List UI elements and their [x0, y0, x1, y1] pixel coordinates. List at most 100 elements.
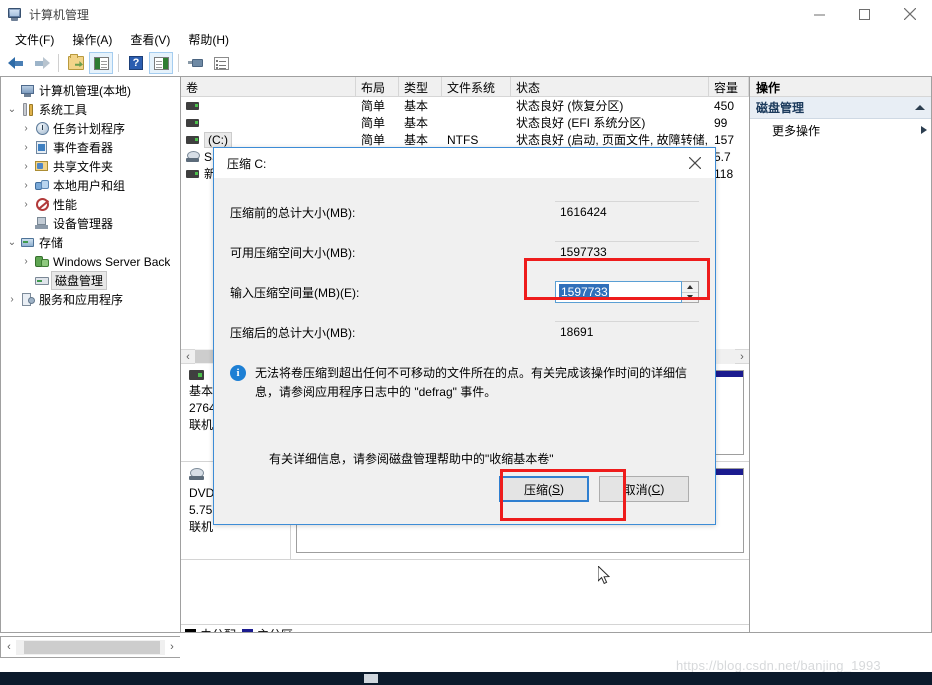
label-available-shrink-space: 可用压缩空间大小(MB): [230, 245, 356, 260]
start-button-icon[interactable] [364, 674, 378, 683]
chevron-right-icon[interactable]: › [19, 180, 33, 191]
disk-icon [189, 370, 204, 380]
field-row-total-size-before: 压缩前的总计大小(MB): 1616424 [230, 192, 699, 232]
actions-group-disk-management[interactable]: 磁盘管理 [750, 97, 931, 119]
column-header-capacity[interactable]: 容量 [709, 77, 749, 96]
sidebar-item-label: 服务和应用程序 [39, 293, 124, 307]
chevron-right-icon[interactable]: › [19, 142, 33, 153]
cancel-button-prefix: 取消( [623, 482, 652, 497]
computer-management-icon [7, 6, 23, 22]
window-titlebar: 计算机管理 [0, 0, 932, 28]
table-row[interactable]: 简单 基本 状态良好 (EFI 系统分区) 99 [181, 114, 749, 131]
table-row[interactable]: (C:) 简单 基本 NTFS 状态良好 (启动, 页面文件, 故障转储, 主分… [181, 131, 749, 148]
sidebar-item-windows-server-backup[interactable]: › Windows Server Back [3, 252, 180, 271]
scroll-right-icon[interactable]: › [165, 641, 179, 653]
menu-item-action[interactable]: 操作(A) [63, 29, 121, 50]
chevron-right-icon[interactable]: › [5, 294, 19, 305]
cancel-button-accel: C [651, 482, 661, 496]
chevron-down-icon[interactable]: ⌄ [5, 237, 19, 248]
close-button[interactable] [887, 0, 932, 28]
sidebar-item-services-and-applications[interactable]: › 服务和应用程序 [3, 290, 180, 309]
sidebar-item-label: Windows Server Back [53, 254, 171, 269]
sidebar-item-device-manager[interactable]: › 设备管理器 [3, 214, 180, 233]
action-item-label: 更多操作 [772, 123, 821, 138]
column-header-layout[interactable]: 布局 [356, 77, 399, 96]
value-total-size-after: 18691 [555, 321, 699, 343]
stepper-buttons[interactable] [682, 281, 699, 303]
label-total-size-after: 压缩后的总计大小(MB): [230, 325, 356, 340]
sidebar-item-computer-management[interactable]: › 计算机管理(本地) [3, 81, 180, 100]
disk-legend: 未分配 主分区 [181, 624, 749, 632]
sidebar-item-event-viewer[interactable]: › 事件查看器 [3, 138, 180, 157]
toolbar-separator-1 [58, 54, 59, 72]
shrink-button[interactable]: 压缩(S) [499, 476, 589, 502]
chevron-down-icon [687, 295, 693, 300]
sidebar-item-label: 性能 [53, 198, 78, 212]
sidebar-item-shared-folders[interactable]: › 共享文件夹 [3, 157, 180, 176]
scroll-right-icon[interactable]: › [735, 351, 749, 363]
performance-icon [33, 197, 51, 212]
chevron-right-icon[interactable]: › [19, 256, 33, 267]
scroll-left-icon[interactable]: ‹ [181, 351, 195, 363]
connect-icon[interactable] [184, 52, 208, 74]
scroll-track[interactable] [16, 639, 165, 655]
shrink-dialog: 压缩 C: 压缩前的总计大小(MB): 1616424 可用压缩空间大小(MB)… [213, 147, 716, 525]
help-icon[interactable]: ? [124, 52, 148, 74]
show-hide-action-pane-icon[interactable] [149, 52, 173, 74]
system-tools-icon [19, 102, 37, 117]
window-title: 计算机管理 [29, 7, 90, 22]
watermark: https://blog.csdn.net/banjing_1993 [676, 658, 881, 673]
sidebar-item-performance[interactable]: › 性能 [3, 195, 180, 214]
cancel-button[interactable]: 取消(C) [599, 476, 689, 502]
sidebar-item-label: 磁盘管理 [51, 271, 108, 290]
properties-list-icon[interactable] [209, 52, 233, 74]
column-header-volume[interactable]: 卷 [181, 77, 356, 96]
chevron-right-icon[interactable]: › [19, 199, 33, 210]
local-users-groups-icon [33, 179, 51, 193]
close-icon[interactable] [675, 148, 715, 178]
table-row[interactable]: 简单 基本 状态良好 (恢复分区) 450 [181, 97, 749, 114]
menu-item-view[interactable]: 查看(V) [121, 29, 179, 50]
minimize-button[interactable] [797, 0, 842, 28]
volume-icon [186, 118, 199, 127]
dialog-titlebar: 压缩 C: [214, 148, 715, 178]
computer-icon [19, 84, 37, 98]
shrink-amount-input[interactable]: 1597733 [555, 281, 682, 303]
menu-item-help[interactable]: 帮助(H) [179, 29, 238, 50]
chevron-icon: › [19, 275, 33, 286]
column-header-status[interactable]: 状态 [511, 77, 709, 96]
scroll-left-icon[interactable]: ‹ [2, 641, 16, 653]
shared-folders-icon [33, 160, 51, 174]
column-header-filesystem[interactable]: 文件系统 [442, 77, 511, 96]
forward-arrow-icon[interactable] [29, 52, 53, 74]
volume-status: 状态良好 (EFI 系统分区) [516, 116, 646, 130]
back-arrow-icon[interactable] [4, 52, 28, 74]
sidebar-item-label: 事件查看器 [53, 141, 114, 155]
info-message-text: 无法将卷压缩到超出任何不可移动的文件所在的点。有关完成该操作时间的详细信息，请参… [255, 366, 688, 399]
menu-item-file[interactable]: 文件(F) [6, 29, 63, 50]
action-item-more-actions[interactable]: 更多操作 [750, 119, 931, 141]
sidebar-item-local-users-and-groups[interactable]: › 本地用户和组 [3, 176, 180, 195]
volume-icon [186, 135, 199, 144]
show-hide-console-tree-icon[interactable] [89, 52, 113, 74]
chevron-up-icon[interactable] [915, 105, 925, 110]
sidebar-item-storage[interactable]: ⌄ 存储 [3, 233, 180, 252]
shrink-amount-stepper[interactable]: 1597733 [555, 281, 699, 303]
up-folder-icon[interactable] [64, 52, 88, 74]
console-tree-hscrollbar[interactable]: ‹ › [2, 639, 179, 655]
chevron-right-icon[interactable]: › [19, 161, 33, 172]
label-total-size-before: 压缩前的总计大小(MB): [230, 205, 356, 220]
chevron-down-icon[interactable]: ⌄ [5, 104, 19, 115]
stepper-down-button[interactable] [682, 291, 698, 303]
stepper-up-button[interactable] [682, 282, 698, 292]
maximize-button[interactable] [842, 0, 887, 28]
legend-label: 主分区 [257, 626, 293, 632]
sidebar-item-task-scheduler[interactable]: › 任务计划程序 [3, 119, 180, 138]
sidebar-item-disk-management[interactable]: › 磁盘管理 [3, 271, 180, 290]
column-header-type[interactable]: 类型 [399, 77, 442, 96]
chevron-right-icon[interactable]: › [19, 123, 33, 134]
info-icon: i [230, 365, 246, 381]
sidebar-item-label: 计算机管理(本地) [39, 84, 131, 98]
sidebar-item-system-tools[interactable]: ⌄ 系统工具 [3, 100, 180, 119]
device-manager-icon [33, 216, 51, 231]
